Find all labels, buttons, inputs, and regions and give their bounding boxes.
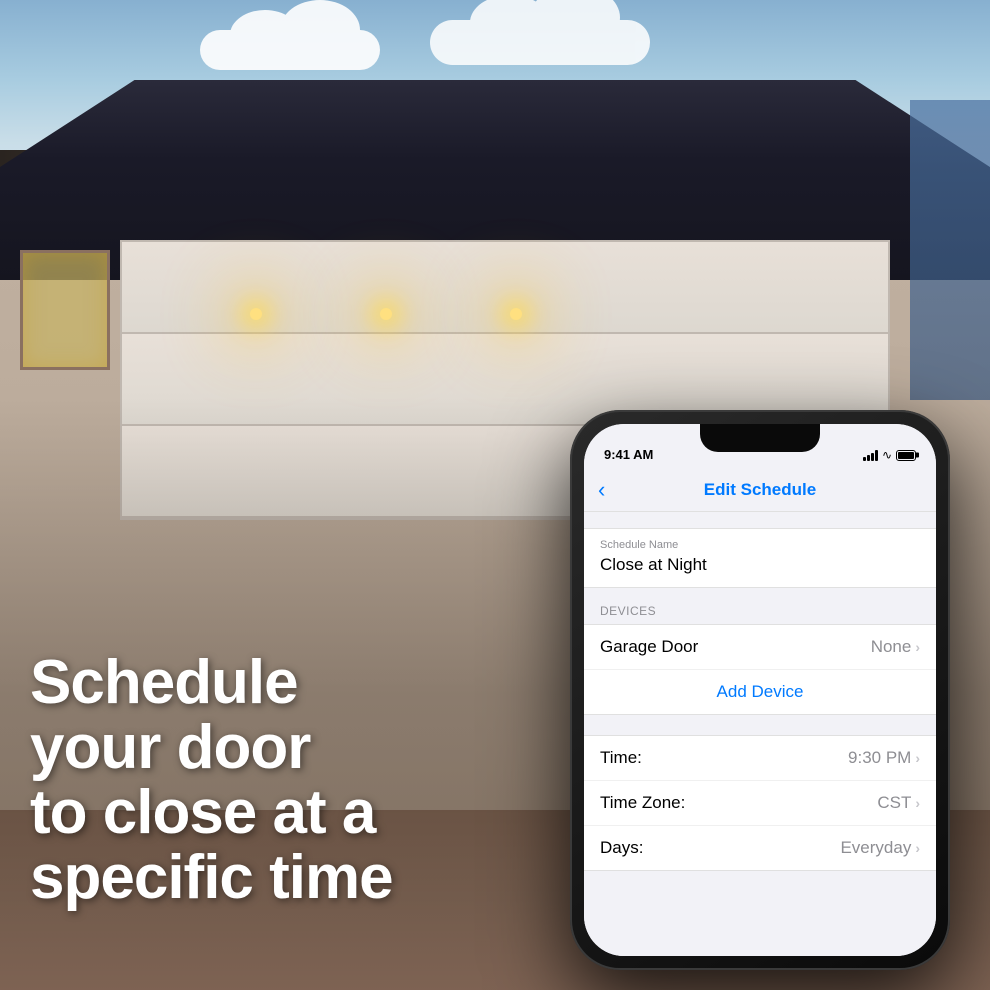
garage-door-chevron: › <box>915 639 920 655</box>
timezone-right: CST › <box>877 793 920 813</box>
background-image: Schedule your door to close at a specifi… <box>0 0 990 990</box>
timezone-row[interactable]: Time Zone: CST › <box>584 781 936 826</box>
status-icons: ∿ <box>863 448 916 462</box>
phone-screen: 9:41 AM ∿ <box>584 424 936 956</box>
app-content: Schedule Name Close at Night DEVICES Gar… <box>584 512 936 956</box>
days-right: Everyday › <box>840 838 920 858</box>
schedule-name-label: Schedule Name <box>584 529 936 553</box>
days-chevron: › <box>915 840 920 856</box>
garage-door-label: Garage Door <box>600 637 698 657</box>
schedule-name-value: Close at Night <box>584 553 936 587</box>
add-device-label: Add Device <box>717 682 804 702</box>
timezone-label: Time Zone: <box>600 793 685 813</box>
battery-icon <box>896 450 916 461</box>
schedule-name-section: Schedule Name Close at Night <box>584 528 936 588</box>
timezone-value: CST <box>877 793 911 813</box>
promo-text: Schedule your door to close at a specifi… <box>30 650 530 910</box>
time-row[interactable]: Time: 9:30 PM › <box>584 736 936 781</box>
days-label: Days: <box>600 838 643 858</box>
wifi-icon: ∿ <box>882 448 892 462</box>
nav-title: Edit Schedule <box>704 480 816 500</box>
garage-door-right: None › <box>871 637 920 657</box>
time-label: Time: <box>600 748 642 768</box>
settings-section: Time: 9:30 PM › Time Zone: CST › <box>584 735 936 871</box>
timezone-chevron: › <box>915 795 920 811</box>
signal-icon <box>863 450 878 461</box>
time-chevron: › <box>915 750 920 766</box>
garage-door-row[interactable]: Garage Door None › <box>584 625 936 670</box>
time-right: 9:30 PM › <box>848 748 920 768</box>
add-device-row[interactable]: Add Device <box>584 670 936 714</box>
phone-notch <box>700 424 820 452</box>
garage-door-value: None <box>871 637 912 657</box>
status-time: 9:41 AM <box>604 447 653 462</box>
time-value: 9:30 PM <box>848 748 911 768</box>
days-value: Everyday <box>840 838 911 858</box>
nav-bar: ‹ Edit Schedule <box>584 468 936 512</box>
back-button[interactable]: ‹ <box>598 477 605 503</box>
devices-section-header: DEVICES <box>584 588 936 624</box>
phone-mockup: 9:41 AM ∿ <box>570 410 950 970</box>
phone-frame: 9:41 AM ∿ <box>570 410 950 970</box>
devices-section: Garage Door None › Add Device <box>584 624 936 715</box>
days-row[interactable]: Days: Everyday › <box>584 826 936 870</box>
